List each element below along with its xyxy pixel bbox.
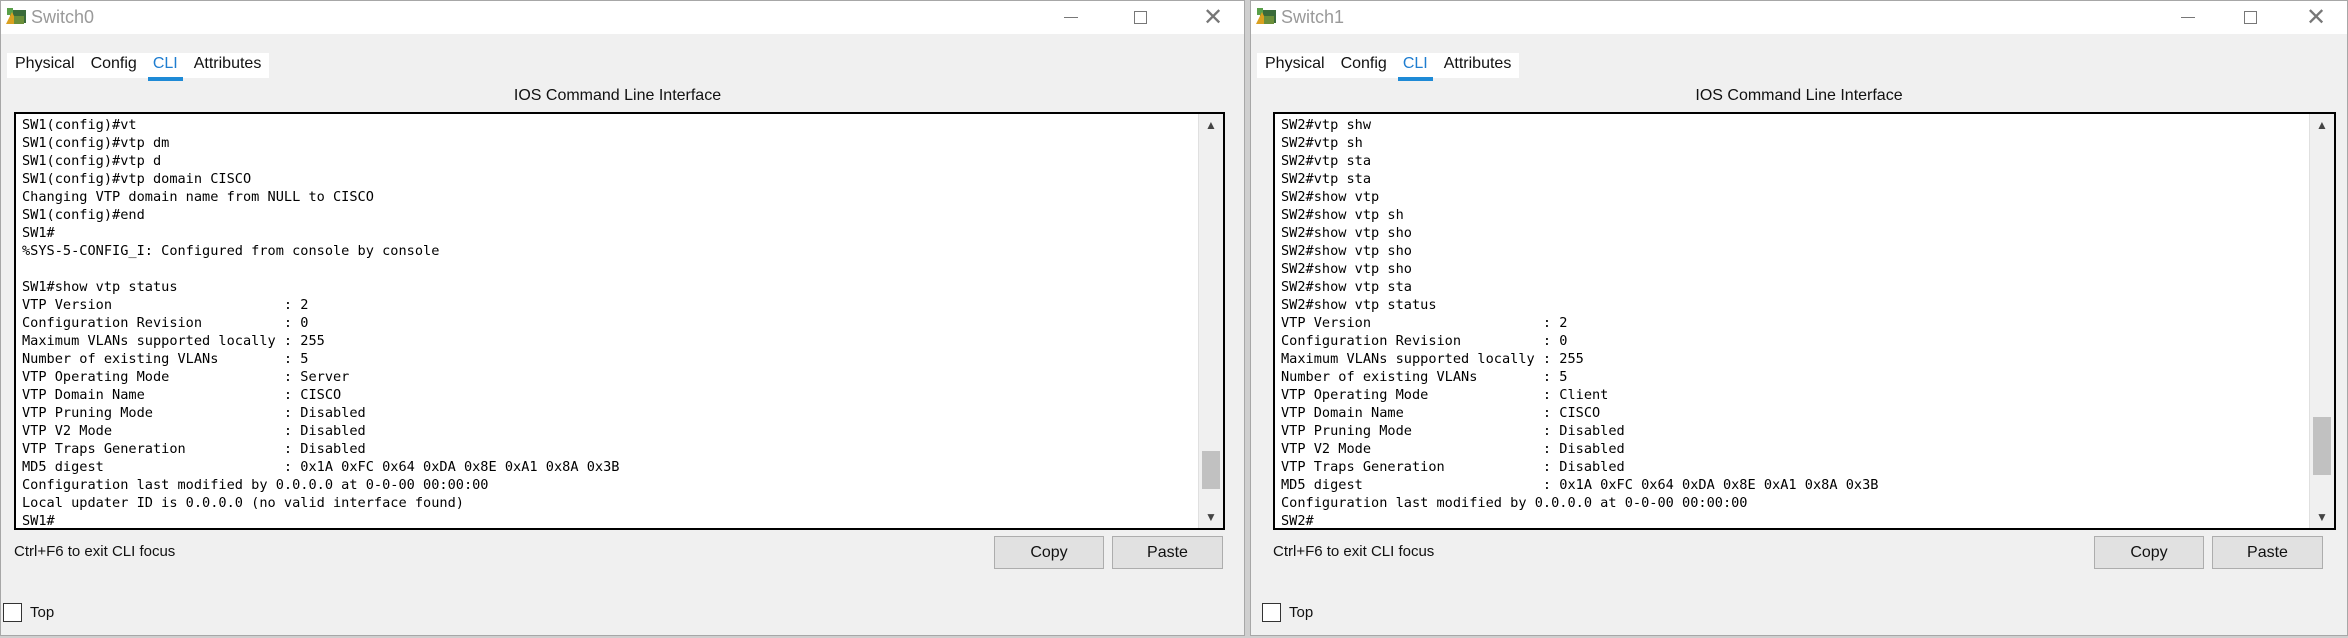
cli-line: SW1(config)#vtp dm [22, 135, 170, 151]
cli-heading: IOS Command Line Interface [513, 87, 722, 104]
window-title: Switch0 [31, 7, 95, 27]
title-bar[interactable]: Switch1 ✕ [1251, 1, 2347, 34]
cli-line: VTP Domain Name : CISCO [22, 387, 342, 403]
cli-line: SW1(config)#vtp d [22, 153, 162, 169]
cli-line [22, 260, 1197, 278]
maximize-icon[interactable] [1117, 1, 1163, 34]
cli-line: VTP Version : 2 [1281, 315, 1568, 331]
paste-button[interactable]: Paste [2212, 536, 2323, 569]
chevron-down-icon[interactable]: ▼ [2310, 506, 2334, 528]
minimize-icon[interactable] [1048, 1, 1094, 34]
copy-button[interactable]: Copy [2094, 536, 2204, 569]
scrollbar-thumb[interactable] [2313, 416, 2331, 475]
tab-attributes[interactable]: Attributes [1436, 53, 1520, 78]
cli-line: Local updater ID is 0.0.0.0 (no valid in… [22, 495, 464, 511]
cli-line: VTP Traps Generation : Disabled [22, 441, 366, 457]
cli-heading: IOS Command Line Interface [1695, 87, 1903, 104]
close-icon[interactable]: ✕ [2293, 1, 2339, 34]
tab-cli[interactable]: CLI [145, 53, 186, 81]
cli-line: Number of existing VLANs : 5 [22, 351, 309, 367]
network-device-icon [1256, 8, 1276, 24]
cli-output[interactable]: SW1(config)#vt SW1(config)#vtp dm SW1(conf… [22, 116, 1197, 528]
cli-line: VTP Pruning Mode : Disabled [1281, 423, 1625, 439]
chevron-up-icon[interactable]: ▲ [2310, 114, 2334, 136]
cli-line: Configuration Revision : 0 [22, 315, 309, 331]
cli-line: SW1#show vtp status [22, 279, 178, 295]
top-checkbox[interactable] [3, 603, 22, 622]
cli-line: SW2# [1281, 513, 1314, 528]
cli-terminal[interactable]: SW2#vtp shw SW2#vtp sh SW2#vtp sta SW2#vtp … [1273, 112, 2336, 530]
chevron-up-icon[interactable]: ▲ [1199, 114, 1223, 136]
cli-line: SW2#vtp sh [1281, 135, 1363, 151]
switch0-window: Switch0 ✕ Physical Config CLI Attributes… [0, 0, 1245, 636]
cli-line: SW2#show vtp [1281, 189, 1380, 205]
cli-line: SW2#show vtp sho [1281, 243, 1412, 259]
cli-line: SW1(config)#vtp domain CISCO [22, 171, 252, 187]
tab-bar: Physical Config CLI Attributes [1257, 53, 1520, 81]
tab-attributes[interactable]: Attributes [186, 53, 270, 78]
cli-line: VTP Operating Mode : Client [1281, 387, 1609, 403]
cli-line: MD5 digest : 0x1A 0xFC 0x64 0xDA 0x8E 0x… [22, 459, 620, 475]
cli-line: Maximum VLANs supported locally : 255 [22, 333, 325, 349]
tab-config[interactable]: Config [1333, 53, 1395, 78]
cli-line: MD5 digest : 0x1A 0xFC 0x64 0xDA 0x8E 0x… [1281, 477, 1879, 493]
cli-focus-hint: Ctrl+F6 to exit CLI focus [14, 543, 176, 560]
cli-line: VTP V2 Mode : Disabled [22, 423, 366, 439]
top-checkbox-label: Top [1289, 604, 1314, 621]
copy-button[interactable]: Copy [994, 536, 1104, 569]
cli-line: VTP Traps Generation : Disabled [1281, 459, 1625, 475]
cli-line: VTP Pruning Mode : Disabled [22, 405, 366, 421]
top-checkbox-label: Top [30, 604, 55, 621]
tab-physical[interactable]: Physical [7, 53, 83, 78]
minimize-icon[interactable] [2165, 1, 2211, 34]
top-checkbox[interactable] [1262, 603, 1281, 622]
cli-line: VTP Version : 2 [22, 297, 309, 313]
cli-line: SW1# [22, 225, 55, 241]
cli-line: Configuration last modified by 0.0.0.0 a… [22, 477, 489, 493]
cli-line: VTP Operating Mode : Server [22, 369, 350, 385]
cli-line: SW2#show vtp sh [1281, 207, 1404, 223]
cli-line: VTP Domain Name : CISCO [1281, 405, 1601, 421]
cli-line: SW2#show vtp status [1281, 297, 1437, 313]
cli-output[interactable]: SW2#vtp shw SW2#vtp sh SW2#vtp sta SW2#vtp … [1281, 116, 2308, 528]
cli-line: SW1# [22, 513, 55, 528]
cli-line: SW2#vtp sta [1281, 171, 1372, 187]
cli-line: SW2#show vtp sho [1281, 225, 1412, 241]
title-bar[interactable]: Switch0 ✕ [1, 1, 1244, 34]
chevron-down-icon[interactable]: ▼ [1199, 506, 1223, 528]
tab-bar: Physical Config CLI Attributes [7, 53, 270, 81]
cli-line: SW2#show vtp sho [1281, 261, 1412, 277]
cli-line: SW2#vtp sta [1281, 153, 1372, 169]
cli-line: VTP V2 Mode : Disabled [1281, 441, 1625, 457]
cli-line: Number of existing VLANs : 5 [1281, 369, 1568, 385]
cli-line: Configuration last modified by 0.0.0.0 a… [1281, 495, 1748, 511]
cli-line: Configuration Revision : 0 [1281, 333, 1568, 349]
cli-line: Maximum VLANs supported locally : 255 [1281, 351, 1584, 367]
cli-line: SW1(config)#vt [22, 117, 137, 133]
tab-config[interactable]: Config [83, 53, 145, 78]
tab-physical[interactable]: Physical [1257, 53, 1333, 78]
cli-line: SW1(config)#end [22, 207, 145, 223]
cli-line: SW2#vtp shw [1281, 117, 1372, 133]
cli-scrollbar[interactable]: ▲ ▼ [2309, 114, 2334, 528]
cli-terminal[interactable]: SW1(config)#vt SW1(config)#vtp dm SW1(conf… [14, 112, 1225, 530]
cli-line: SW2#show vtp sta [1281, 279, 1412, 295]
cli-line: Changing VTP domain name from NULL to CI… [22, 189, 374, 205]
close-icon[interactable]: ✕ [1190, 1, 1236, 34]
tab-cli[interactable]: CLI [1395, 53, 1436, 81]
scrollbar-thumb[interactable] [1202, 451, 1220, 490]
network-device-icon [6, 8, 26, 24]
window-title: Switch1 [1281, 7, 1345, 27]
cli-scrollbar[interactable]: ▲ ▼ [1198, 114, 1223, 528]
maximize-icon[interactable] [2227, 1, 2273, 34]
cli-focus-hint: Ctrl+F6 to exit CLI focus [1273, 543, 1435, 560]
paste-button[interactable]: Paste [1112, 536, 1223, 569]
switch1-window: Switch1 ✕ Physical Config CLI Attributes… [1250, 0, 2348, 636]
cli-line: %SYS-5-CONFIG_I: Configured from console… [22, 243, 440, 259]
